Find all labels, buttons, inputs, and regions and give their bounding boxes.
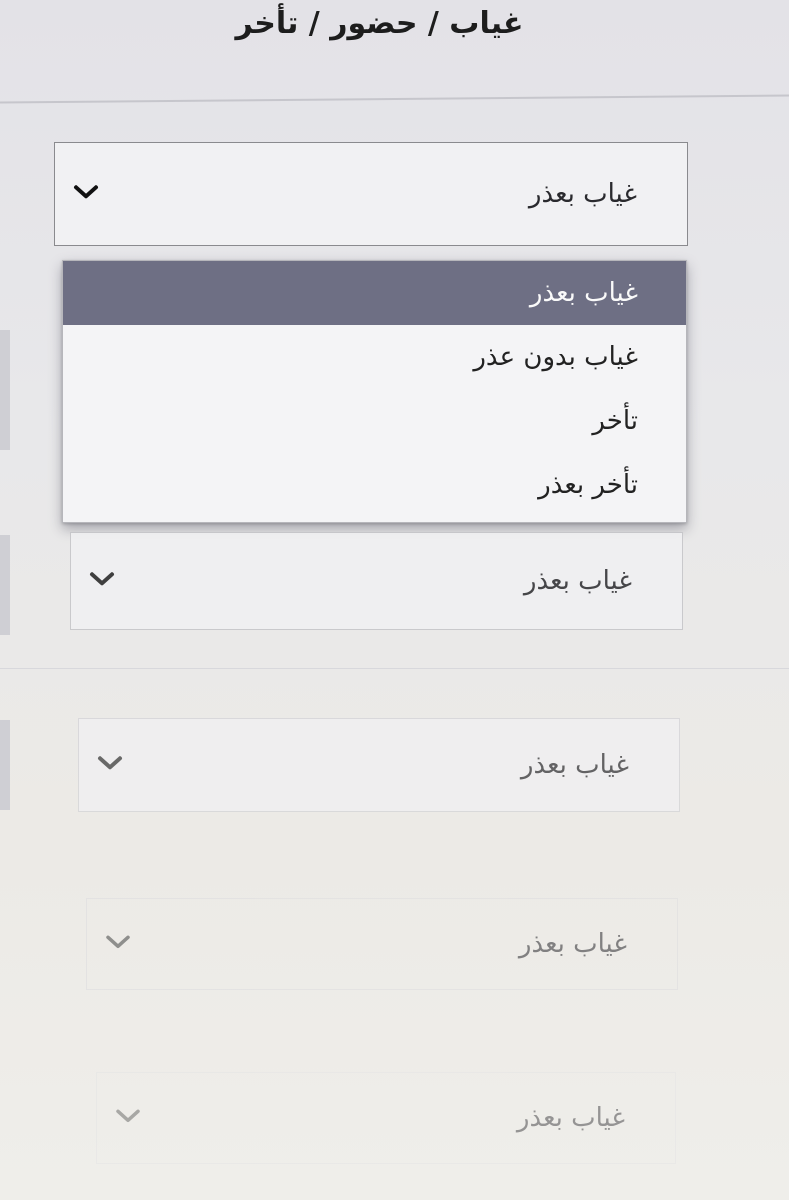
select-value: غياب بعذر: [518, 929, 627, 959]
attendance-select-2[interactable]: غياب بعذر: [70, 532, 683, 630]
side-tab: [0, 330, 10, 450]
side-tab: [0, 720, 10, 810]
menu-option-late-excused[interactable]: تأخر بعذر: [63, 453, 686, 517]
side-tab: [0, 535, 10, 635]
chevron-down-icon[interactable]: [111, 1099, 145, 1133]
menu-option-absent-excused[interactable]: غياب بعذر: [63, 261, 686, 325]
chevron-down-icon[interactable]: [69, 175, 103, 209]
attendance-select-3[interactable]: غياب بعذر: [78, 718, 680, 812]
header-divider: [0, 94, 789, 104]
select-value: غياب بعذر: [523, 566, 632, 596]
menu-option-late[interactable]: تأخر: [63, 389, 686, 453]
select-value: غياب بعذر: [528, 179, 637, 209]
row-divider: [0, 668, 789, 669]
attendance-options-menu: غياب بعذر غياب بدون عذر تأخر تأخر بعذر: [62, 260, 687, 523]
select-value: غياب بعذر: [516, 1103, 625, 1133]
attendance-select-1[interactable]: غياب بعذر: [54, 142, 688, 246]
attendance-select-4[interactable]: غياب بعذر: [86, 898, 678, 990]
chevron-down-icon[interactable]: [101, 925, 135, 959]
page-title: غياب / حضور / تأخر: [235, 6, 524, 41]
chevron-down-icon[interactable]: [93, 746, 127, 780]
attendance-select-5[interactable]: غياب بعذر: [96, 1072, 676, 1164]
chevron-down-icon[interactable]: [85, 562, 119, 596]
menu-option-absent-unexcused[interactable]: غياب بدون عذر: [63, 325, 686, 389]
select-value: غياب بعذر: [520, 750, 629, 780]
